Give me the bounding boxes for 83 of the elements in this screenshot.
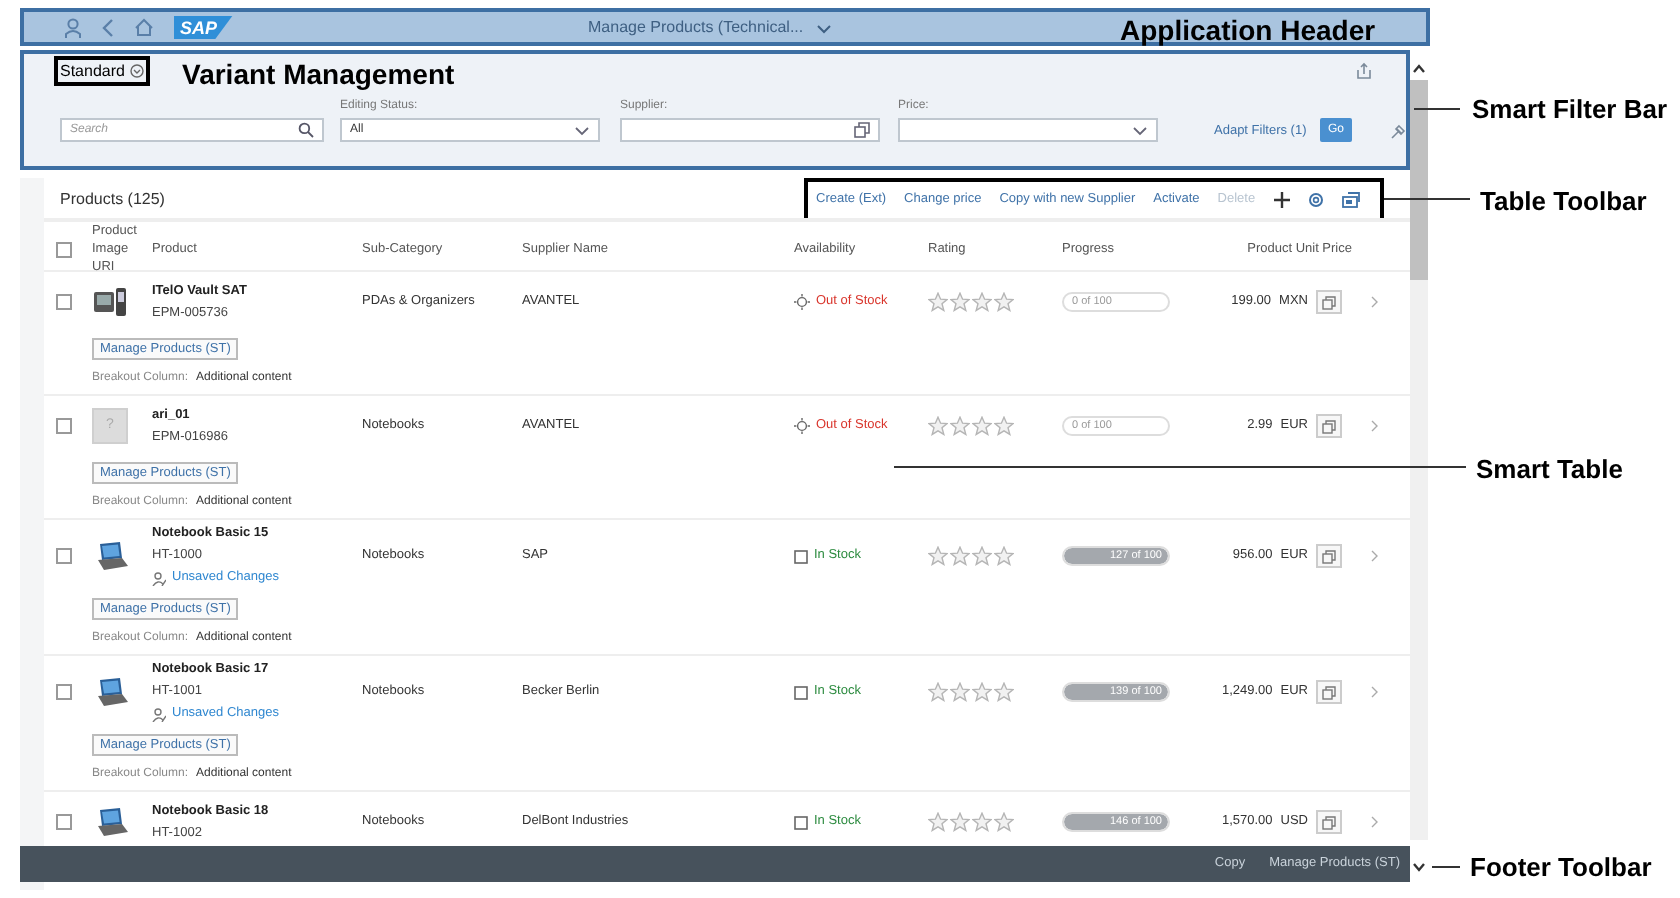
star-icon: [994, 416, 1014, 436]
copy-button[interactable]: [1316, 414, 1342, 438]
share-icon[interactable]: [1356, 62, 1372, 80]
checkbox[interactable]: [56, 241, 72, 257]
chevron-right-icon[interactable]: [1370, 686, 1378, 698]
dropdown-field[interactable]: [898, 118, 1158, 142]
star-icon: [994, 812, 1014, 832]
chevron-right-icon[interactable]: [1370, 550, 1378, 562]
star-icon: [972, 682, 992, 702]
home-icon[interactable]: [134, 18, 154, 36]
annotation-label: Smart Filter Bar: [1472, 92, 1668, 128]
leader-line: [1414, 108, 1460, 110]
star-icon: [950, 416, 970, 436]
checkbox[interactable]: [56, 294, 72, 310]
square-icon: [794, 685, 808, 699]
sun-icon: [794, 418, 810, 434]
square-icon: [794, 815, 808, 829]
checkbox[interactable]: [56, 548, 72, 564]
copy-icon: [1322, 815, 1336, 829]
annotation-label: Footer Toolbar: [1470, 850, 1652, 886]
copy-button[interactable]: [1316, 810, 1342, 834]
person-edit-icon: [152, 571, 166, 585]
copy-icon: [1322, 419, 1336, 433]
checkbox[interactable]: [56, 418, 72, 434]
value-help-icon[interactable]: [854, 122, 870, 138]
square-icon: [794, 549, 808, 563]
input-field[interactable]: [620, 118, 880, 142]
chevron-down-icon[interactable]: [1132, 125, 1148, 135]
app-title: Manage Products (Technical...: [588, 16, 804, 40]
chevron-down-icon[interactable]: [1412, 862, 1426, 872]
copy-button[interactable]: [1316, 544, 1342, 568]
sap-logo: SAP: [174, 15, 234, 39]
chevron-up-icon[interactable]: [1412, 64, 1426, 74]
copy-icon: [1322, 295, 1336, 309]
star-icon: [928, 682, 948, 702]
leader-line: [1432, 866, 1460, 868]
person-edit-icon: [152, 707, 166, 721]
chevron-right-icon[interactable]: [1370, 816, 1378, 828]
annotation-label: Smart Table: [1476, 452, 1623, 488]
plus-icon[interactable]: [1273, 192, 1290, 208]
star-icon: [994, 546, 1014, 566]
copy-icon: [1322, 549, 1336, 563]
settings-icon[interactable]: [1307, 192, 1324, 208]
star-icon: [994, 292, 1014, 312]
star-icon: [972, 416, 992, 436]
checkbox[interactable]: [56, 814, 72, 830]
variant-selector[interactable]: Standard: [54, 56, 151, 86]
table-title: Products (125): [60, 188, 165, 212]
leader-line: [1384, 198, 1470, 200]
export-icon[interactable]: [1341, 192, 1360, 208]
checkbox[interactable]: [56, 684, 72, 700]
star-icon: [972, 292, 992, 312]
chevron-down-icon[interactable]: [574, 125, 590, 135]
star-icon: [928, 812, 948, 832]
star-icon: [950, 292, 970, 312]
star-icon: [950, 546, 970, 566]
star-icon: [950, 812, 970, 832]
pin-icon[interactable]: [1390, 124, 1406, 140]
star-icon: [928, 292, 948, 312]
annotation-label: Application Header: [1120, 12, 1376, 50]
star-icon: [972, 812, 992, 832]
laptop-icon: [92, 540, 128, 572]
copy-button[interactable]: [1316, 680, 1342, 704]
star-icon: [928, 416, 948, 436]
copy-button[interactable]: [1316, 290, 1342, 314]
star-icon: [972, 546, 992, 566]
chevron-right-icon[interactable]: [1370, 420, 1378, 432]
back-icon[interactable]: [102, 17, 114, 37]
user-icon[interactable]: [64, 17, 82, 37]
chevron-right-icon[interactable]: [1370, 296, 1378, 308]
search-icon[interactable]: [298, 122, 314, 138]
copy-icon: [1322, 685, 1336, 699]
star-icon: [950, 682, 970, 702]
handheld-device-icon: [92, 286, 128, 318]
star-icon: [928, 546, 948, 566]
sun-icon: [794, 294, 810, 310]
annotation-label: Table Toolbar: [1480, 184, 1647, 220]
laptop-icon: [92, 676, 128, 708]
annotation-label: Variant Management: [182, 56, 455, 94]
laptop-icon: [92, 806, 128, 838]
scrollbar[interactable]: [1410, 80, 1428, 840]
chevron-down-icon: [130, 64, 145, 78]
star-icon: [994, 682, 1014, 702]
